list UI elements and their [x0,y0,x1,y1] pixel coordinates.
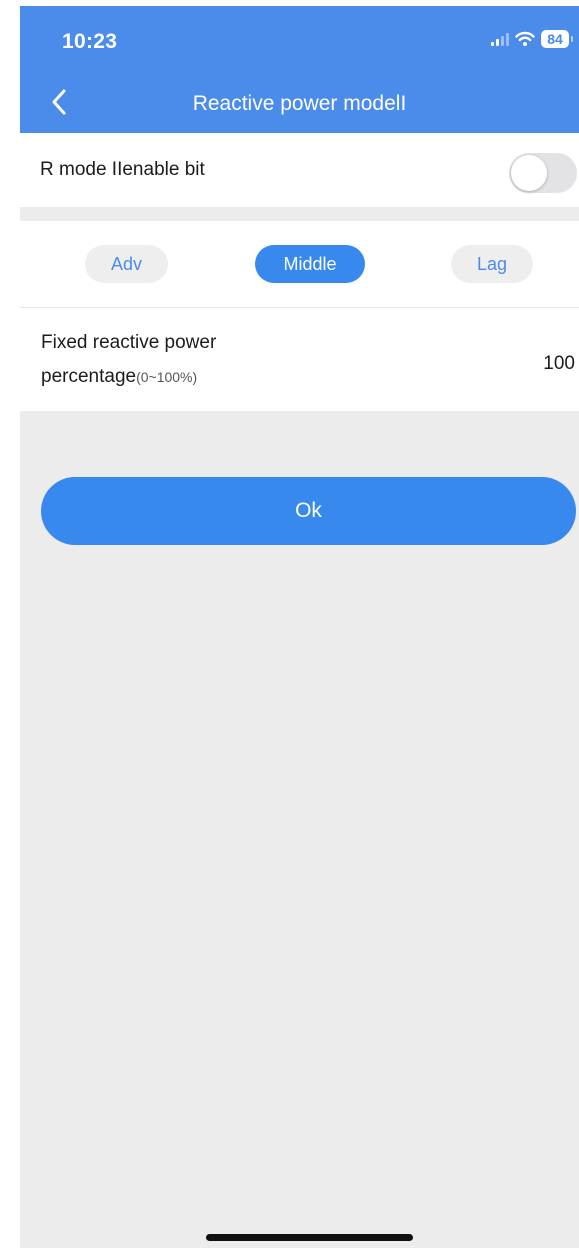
percentage-value-input[interactable]: 100 [543,353,575,375]
header-bar: 10:23 84 Reactive power modelI [20,6,579,133]
home-indicator [206,1234,413,1241]
wifi-icon [515,31,535,46]
mode-selector: Adv Middle Lag [20,221,579,308]
percentage-row: Fixed reactive power percentage(0~100%) … [20,308,579,411]
percentage-label-text: percentage [41,366,137,387]
mode-option-middle[interactable]: Middle [255,245,365,283]
ok-button[interactable]: Ok [41,477,576,545]
enable-bit-row: R mode IIenable bit [20,133,579,207]
percentage-range: (0~100%) [136,369,198,385]
percentage-label-line2: percentage(0~100%) [41,366,197,388]
status-icons: 84 [491,28,573,50]
percentage-label-line1: Fixed reactive power [41,332,217,353]
mode-option-adv[interactable]: Adv [85,245,168,283]
app-screen: 10:23 84 Reactive power modelI R mode II… [20,6,579,1248]
enable-bit-toggle[interactable] [509,153,577,193]
page-title: Reactive power modelI [192,92,407,115]
enable-bit-label: R mode IIenable bit [40,159,205,180]
battery-icon: 84 [541,30,573,48]
signal-icon [491,32,509,46]
toggle-knob [511,155,547,191]
status-time: 10:23 [62,30,118,53]
mode-option-lag[interactable]: Lag [451,245,533,283]
